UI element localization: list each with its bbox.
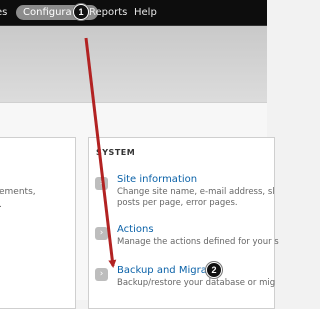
annotation-arrow	[84, 37, 117, 268]
step-badge-1: 1	[73, 4, 89, 20]
step-badge-2: 2	[206, 262, 222, 278]
step-arrow	[84, 37, 117, 268]
